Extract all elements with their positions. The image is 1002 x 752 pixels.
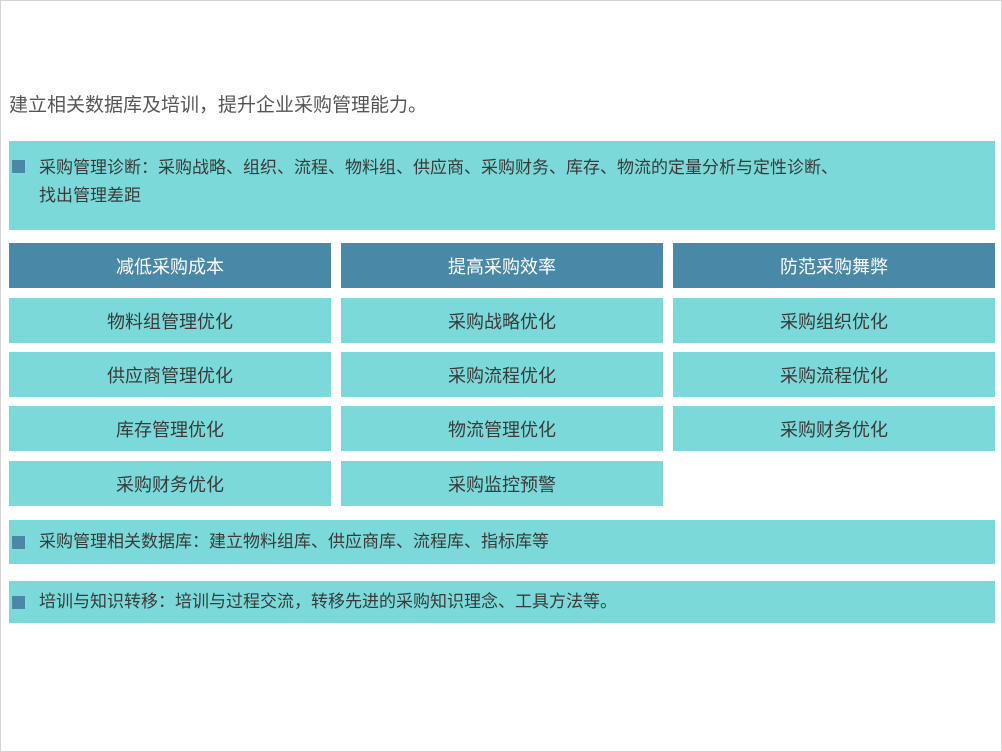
column-header: 防范采购舞弊 — [673, 243, 995, 288]
column-header: 提高采购效率 — [341, 243, 663, 288]
diagnosis-band: 采购管理诊断：采购战略、组织、流程、物料组、供应商、采购财务、库存、物流的定量分… — [9, 141, 995, 230]
diagnosis-line-2: 找出管理差距 — [39, 186, 141, 206]
column-item: 采购财务优化 — [673, 406, 995, 451]
column-item: 供应商管理优化 — [9, 352, 331, 397]
training-band: 培训与知识转移：培训与过程交流，转移先进的采购知识理念、工具方法等。 — [9, 581, 995, 623]
column-item: 采购战略优化 — [341, 298, 663, 343]
column-item: 采购监控预警 — [341, 461, 663, 506]
headline: 建立相关数据库及培训，提升企业采购管理能力。 — [9, 94, 428, 116]
database-band: 采购管理相关数据库：建立物料组库、供应商库、流程库、指标库等 — [9, 520, 995, 564]
slide-frame: 建立相关数据库及培训，提升企业采购管理能力。 采购管理诊断：采购战略、组织、流程… — [0, 0, 1002, 752]
column-item: 物流管理优化 — [341, 406, 663, 451]
diagnosis-text: 采购管理诊断：采购战略、组织、流程、物料组、供应商、采购财务、库存、物流的定量分… — [39, 154, 981, 210]
diagnosis-line-1: 采购管理诊断：采购战略、组织、流程、物料组、供应商、采购财务、库存、物流的定量分… — [39, 158, 838, 178]
column-item: 采购组织优化 — [673, 298, 995, 343]
square-bullet-icon — [12, 596, 25, 609]
training-text: 培训与知识转移：培训与过程交流，转移先进的采购知识理念、工具方法等。 — [39, 592, 617, 612]
square-bullet-icon — [12, 160, 25, 173]
column-header: 减低采购成本 — [9, 243, 331, 288]
database-text: 采购管理相关数据库：建立物料组库、供应商库、流程库、指标库等 — [39, 532, 549, 552]
square-bullet-icon — [12, 536, 25, 549]
column-item: 采购财务优化 — [9, 461, 331, 506]
column-item: 物料组管理优化 — [9, 298, 331, 343]
column-item: 库存管理优化 — [9, 406, 331, 451]
column-item: 采购流程优化 — [673, 352, 995, 397]
column-item: 采购流程优化 — [341, 352, 663, 397]
